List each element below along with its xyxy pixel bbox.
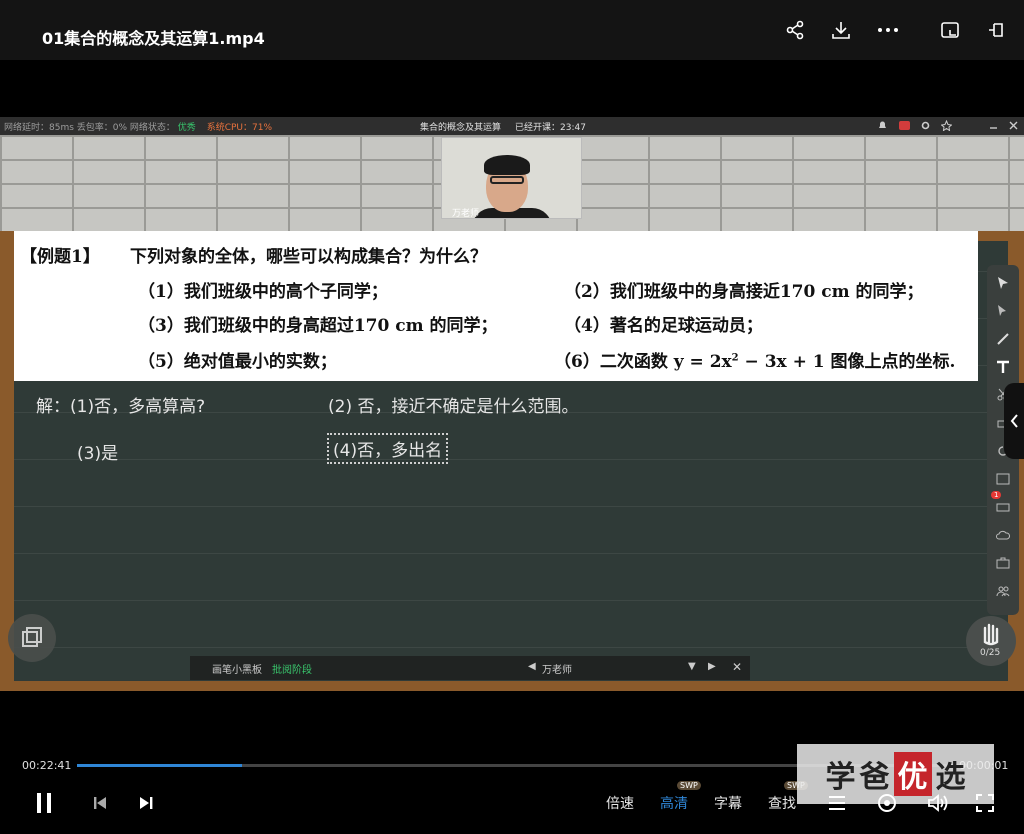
problem-question: 下列对象的全体，哪些可以构成集合？为什么？ — [130, 247, 487, 267]
text-icon[interactable] — [993, 357, 1013, 377]
problem-item-6: （6）二次函数 y = 2x2 − 3x + 1 图像上点的坐标. — [554, 347, 955, 372]
playlist-icon[interactable] — [826, 790, 848, 816]
latency-text: 网络延时：85ms 丢包率：0% 网络状态： — [4, 123, 175, 133]
teacher-camera: 万老师 — [441, 137, 582, 219]
panel-next-icon[interactable]: ▶ — [708, 661, 716, 672]
panel-close-icon[interactable]: ✕ — [732, 660, 742, 674]
search-button[interactable]: 查找 — [768, 793, 796, 813]
collapse-panel-tab[interactable] — [1004, 383, 1024, 459]
network-state: 优秀 — [177, 123, 196, 133]
problem-item-5: （5）绝对值最小的实数； — [138, 352, 337, 372]
problem-item-4: （4）著名的足球运动员； — [564, 316, 763, 336]
fullscreen-icon[interactable] — [974, 790, 996, 816]
current-time: 00:22:41 — [22, 759, 72, 772]
ruler-icon[interactable]: 1 — [991, 491, 1013, 517]
record-icon — [899, 120, 910, 131]
pause-icon[interactable] — [32, 790, 56, 816]
close-icon — [1008, 120, 1019, 131]
settings-icon — [920, 120, 931, 131]
volume-icon[interactable] — [926, 790, 950, 816]
star-icon — [940, 119, 953, 132]
item-6-part-b: − 3x + 1 图像上点的坐标. — [738, 352, 956, 372]
elapsed-time: 已经开课：23:47 — [515, 123, 586, 133]
problem-item-1: （1）我们班级中的高个子同学； — [138, 282, 388, 302]
raise-hand-button[interactable]: 0/25 — [966, 616, 1016, 666]
answer-4[interactable]: (4)否，多出名 — [327, 433, 449, 464]
whiteboard-icon[interactable] — [993, 469, 1013, 489]
panel-dropdown-icon[interactable]: ▼ — [688, 661, 696, 672]
teacher-glasses — [490, 176, 524, 184]
panel-prev-icon[interactable]: ◀ — [528, 661, 536, 672]
item-6-part-a: （6）二次函数 y = 2x — [554, 352, 732, 372]
answer-2: (2) 否，接近不确定是什么范围。 — [328, 397, 579, 417]
more-icon[interactable] — [876, 18, 900, 42]
bell-icon — [877, 120, 888, 131]
layers-button[interactable] — [8, 614, 56, 662]
hand-count: 0/25 — [980, 648, 1001, 658]
minimize-icon — [988, 120, 999, 131]
tool-badge: 1 — [991, 491, 1002, 499]
pointer-icon[interactable] — [993, 273, 1013, 293]
speed-button[interactable]: 倍速 — [606, 793, 634, 813]
teacher-hair — [484, 155, 530, 175]
answer-1: 解：(1)否，多高算高? — [36, 397, 206, 417]
answer-3: (3)是 — [77, 444, 119, 464]
select-icon[interactable] — [993, 301, 1013, 321]
pip-icon[interactable] — [938, 18, 962, 42]
share-icon[interactable] — [783, 18, 807, 42]
pen-icon[interactable] — [993, 329, 1013, 349]
pin-icon[interactable] — [985, 18, 1009, 42]
item-6-exponent: 2 — [731, 352, 739, 364]
player-topbar: 01集合的概念及其运算1.mp4 — [0, 0, 1024, 60]
problem-card: 【例题1】 下列对象的全体，哪些可以构成集合？为什么？ （1）我们班级中的高个子… — [14, 231, 978, 381]
mini-board-panel: 画笔小黑板 批阅阶段 ◀ 万老师 ▼ ▶ ✕ — [190, 656, 750, 680]
network-stats: 网络延时：85ms 丢包率：0% 网络状态： 优秀 系统CPU：71% — [4, 120, 272, 133]
panel-teacher: 万老师 — [542, 665, 572, 676]
focus-icon[interactable] — [876, 790, 898, 816]
video-title: 01集合的概念及其运算1.mp4 — [42, 29, 265, 48]
problem-label: 【例题1】 — [20, 247, 100, 267]
course-title: 集合的概念及其运算 — [420, 123, 502, 133]
video-frame[interactable]: 网络延时：85ms 丢包率：0% 网络状态： 优秀 系统CPU：71% 集合的概… — [0, 117, 1024, 691]
previous-icon[interactable] — [90, 790, 110, 816]
cpu-usage: 系统CPU：71% — [206, 123, 272, 133]
teacher-name-tag: 万老师 — [452, 209, 480, 219]
problem-item-2: （2）我们班级中的身高接近170 cm 的同学； — [564, 282, 924, 302]
quality-swp-badge: SWP — [677, 781, 701, 790]
video-player: 01集合的概念及其运算1.mp4 网络延时：85ms 丢包率：0% 网络状态： … — [0, 0, 1024, 834]
live-status-bar: 网络延时：85ms 丢包率：0% 网络状态： 优秀 系统CPU：71% 集合的概… — [0, 117, 1024, 135]
progress-fill — [77, 764, 242, 767]
subtitle-button[interactable]: 字幕 — [714, 793, 742, 813]
cloud-icon[interactable] — [993, 525, 1013, 545]
students-icon[interactable] — [993, 581, 1013, 601]
panel-tab-blackboard[interactable]: 画笔小黑板 — [212, 661, 262, 676]
panel-tab-review[interactable]: 批阅阶段 — [272, 661, 312, 676]
problem-item-3: （3）我们班级中的身高超过170 cm 的同学； — [138, 316, 498, 336]
next-icon[interactable] — [136, 790, 156, 816]
download-icon[interactable] — [829, 18, 853, 42]
toolbox-icon[interactable] — [993, 553, 1013, 573]
quality-button[interactable]: 高清 — [660, 793, 688, 813]
